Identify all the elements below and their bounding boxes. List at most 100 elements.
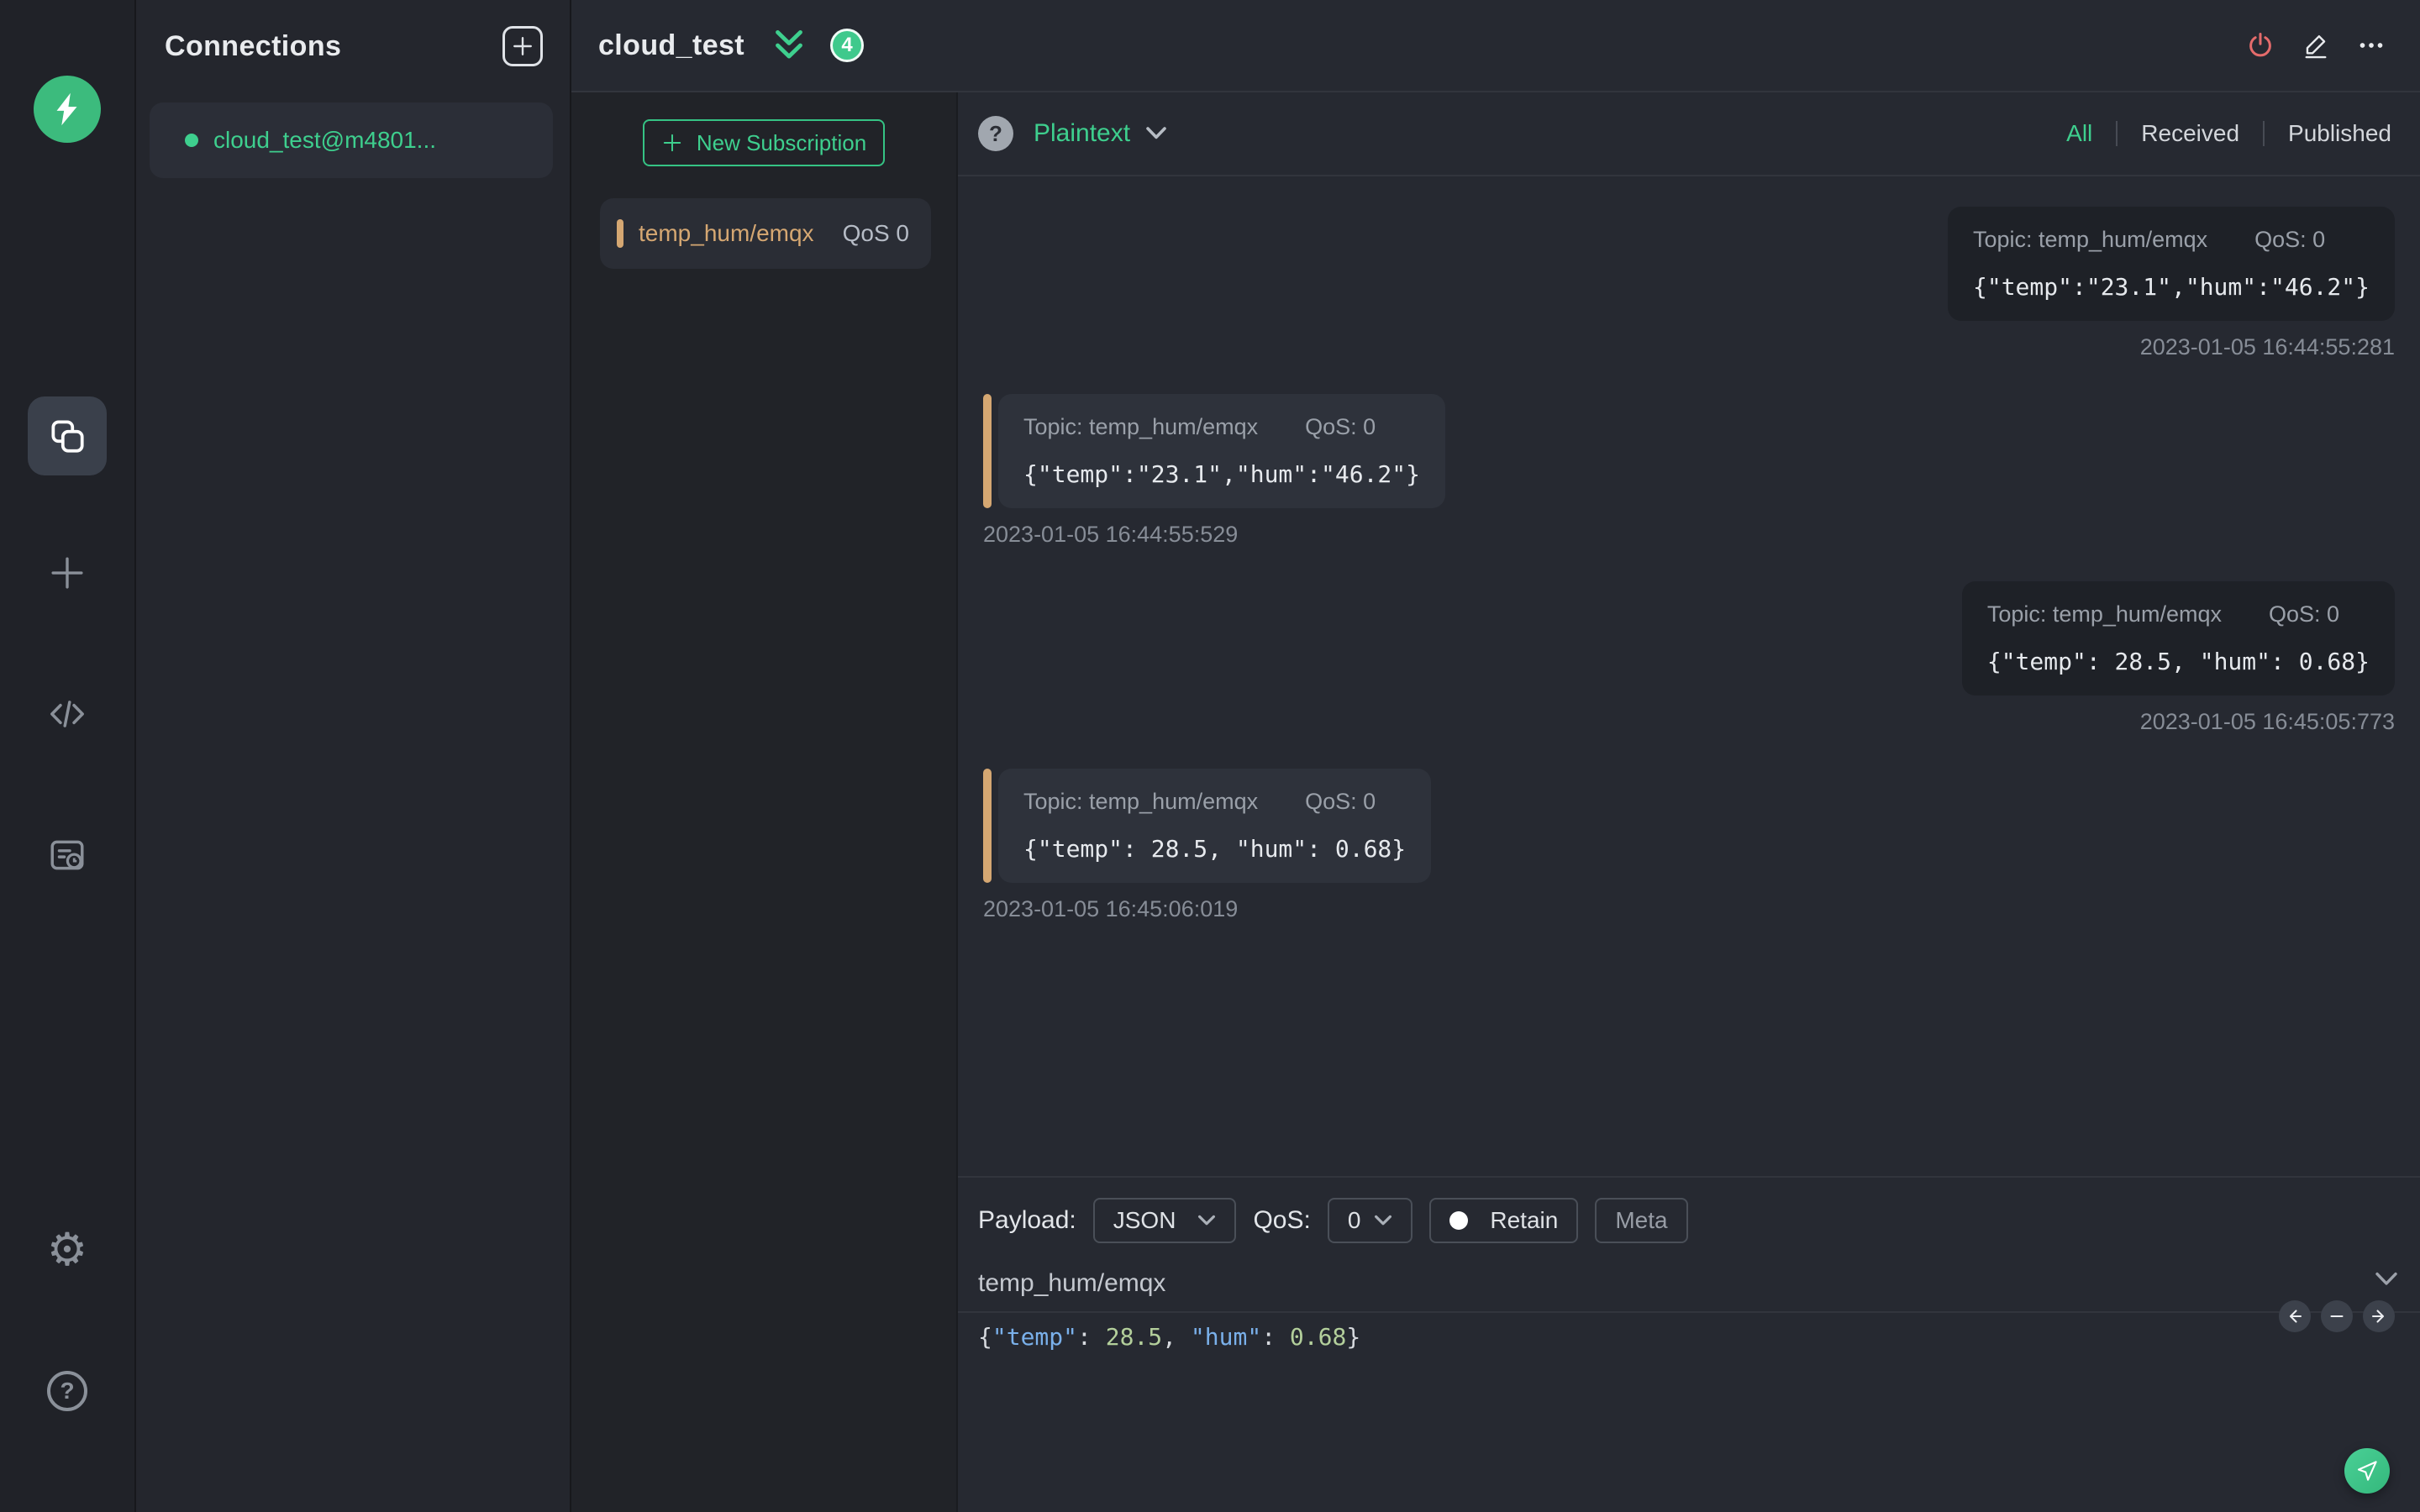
unread-count-badge: 4 xyxy=(830,29,865,62)
sidebar-item-connections[interactable] xyxy=(28,396,107,475)
pencil-icon xyxy=(2305,35,2327,59)
message-bubble: Topic: temp_hum/emqx QoS: 0 {"temp":"23.… xyxy=(998,394,1446,508)
message-payload: {"temp": 28.5, "hum": 0.68} xyxy=(1023,835,1407,863)
qos-dropdown[interactable]: 0 xyxy=(1327,1198,1413,1243)
message-meta: Topic: temp_hum/emqx QoS: 0 xyxy=(1973,227,2370,253)
edit-connection-button[interactable] xyxy=(2301,30,2331,60)
messages-panel: ? Plaintext All Received Published Topic… xyxy=(958,92,2420,1512)
message-accent-bar xyxy=(983,394,992,508)
subscription-color-bar xyxy=(617,219,623,248)
retain-label: Retain xyxy=(1490,1207,1559,1233)
chevron-down-icon xyxy=(1146,127,1166,139)
message-topic: Topic: temp_hum/emqx xyxy=(1972,227,2208,252)
connection-item[interactable]: cloud_test@m4801... xyxy=(150,102,553,178)
filter-published[interactable]: Published xyxy=(2263,121,2391,146)
connection-content: New Subscription temp_hum/emqx QoS 0 ? P… xyxy=(571,92,2420,1512)
message-bubble: Topic: temp_hum/emqx QoS: 0 {"temp":"23.… xyxy=(1947,207,2395,321)
minus-icon xyxy=(2330,1315,2344,1318)
message-bubble: Topic: temp_hum/emqx QoS: 0 {"temp": 28.… xyxy=(998,769,1432,883)
payload-format-select[interactable]: Plaintext xyxy=(1034,119,1167,148)
message-qos: QoS: 0 xyxy=(1305,789,1376,814)
send-button[interactable] xyxy=(2344,1448,2390,1494)
next-message-button[interactable] xyxy=(2363,1300,2395,1332)
message-payload: {"temp": 28.5, "hum": 0.68} xyxy=(1986,648,2370,675)
icon-sidebar: ⚙ ? xyxy=(0,0,136,1512)
connected-status-dot xyxy=(185,134,198,147)
more-options-button[interactable] xyxy=(2356,30,2386,60)
message-topic: Topic: temp_hum/emqx xyxy=(1986,601,2222,627)
connections-icon xyxy=(51,420,84,453)
collapse-panel-button[interactable] xyxy=(768,24,810,66)
chevron-down-icon xyxy=(2375,1272,2397,1285)
gear-icon: ⚙ xyxy=(46,1223,88,1276)
meta-label: Meta xyxy=(1615,1207,1668,1233)
new-subscription-button[interactable]: New Subscription xyxy=(643,119,885,166)
chevron-down-icon xyxy=(1198,1215,1216,1226)
retain-dot-icon xyxy=(1449,1211,1469,1230)
connection-view: cloud_test 4 New Subscription temp_hum/e… xyxy=(571,0,2420,1512)
message-row: Topic: temp_hum/emqx QoS: 0 {"temp": 28.… xyxy=(983,769,1432,883)
message-bubble: Topic: temp_hum/emqx QoS: 0 {"temp": 28.… xyxy=(1961,581,2395,696)
add-connection-button[interactable] xyxy=(502,26,543,66)
message-row: Topic: temp_hum/emqx QoS: 0 {"temp":"23.… xyxy=(983,394,1446,508)
topic-input[interactable]: temp_hum/emqx xyxy=(978,1269,1165,1297)
message-topic: Topic: temp_hum/emqx xyxy=(1023,789,1259,814)
message-qos: QoS: 0 xyxy=(1305,414,1376,439)
payload-label: Payload: xyxy=(978,1206,1076,1234)
payload-format-help-icon[interactable]: ? xyxy=(978,116,1013,151)
sidebar-item-settings[interactable]: ⚙ xyxy=(40,1223,94,1277)
connection-name: cloud_test@m4801... xyxy=(213,127,437,153)
subscription-topic: temp_hum/emqx xyxy=(639,220,814,246)
filter-received[interactable]: Received xyxy=(2116,121,2263,146)
subscription-item[interactable]: temp_hum/emqx QoS 0 xyxy=(600,198,931,269)
message-payload: {"temp":"23.1","hum":"46.2"} xyxy=(1972,273,2370,301)
mqttx-logo xyxy=(34,76,101,143)
clear-message-button[interactable] xyxy=(2321,1300,2353,1332)
sidebar-item-log[interactable] xyxy=(40,828,94,882)
message-row: Topic: temp_hum/emqx QoS: 0 {"temp":"23.… xyxy=(1947,207,2395,321)
plus-icon xyxy=(51,557,83,589)
disconnect-button[interactable] xyxy=(2245,30,2275,60)
message-list: Topic: temp_hum/emqx QoS: 0 {"temp":"23.… xyxy=(958,176,2420,1176)
qos-selected: 0 xyxy=(1347,1207,1361,1233)
collapse-editor-button[interactable] xyxy=(2375,1272,2398,1287)
message-qos: QoS: 0 xyxy=(2254,227,2326,252)
message-filters: All Received Published xyxy=(2043,121,2391,146)
payload-editor[interactable]: {"temp": 28.5, "hum": 0.68} xyxy=(958,1313,2420,1351)
payload-format-value: Plaintext xyxy=(1034,119,1131,147)
payload-format-selected: JSON xyxy=(1113,1207,1176,1233)
new-subscription-label: New Subscription xyxy=(696,129,867,155)
message-item: Topic: temp_hum/emqx QoS: 0 {"temp": 28.… xyxy=(983,769,2395,922)
meta-button[interactable]: Meta xyxy=(1595,1198,1688,1243)
message-timestamp: 2023-01-05 16:45:05:773 xyxy=(2139,709,2395,734)
sidebar-item-script[interactable] xyxy=(40,687,94,741)
message-payload: {"temp":"23.1","hum":"46.2"} xyxy=(1023,460,1421,488)
log-icon xyxy=(50,840,84,870)
message-meta: Topic: temp_hum/emqx QoS: 0 xyxy=(1023,789,1406,815)
lightning-bolt-icon xyxy=(56,92,77,126)
arrow-right-icon xyxy=(2371,1310,2385,1323)
message-item: Topic: temp_hum/emqx QoS: 0 {"temp":"23.… xyxy=(983,207,2395,360)
plus-icon xyxy=(663,134,681,152)
previous-message-button[interactable] xyxy=(2279,1300,2311,1332)
retain-toggle[interactable]: Retain xyxy=(1429,1198,1579,1243)
question-circle-icon: ? xyxy=(47,1371,87,1411)
message-timestamp: 2023-01-05 16:44:55:281 xyxy=(2139,334,2395,360)
filter-all[interactable]: All xyxy=(2043,121,2116,146)
payload-format-dropdown[interactable]: JSON xyxy=(1092,1198,1237,1243)
message-pager xyxy=(2279,1300,2395,1332)
paper-plane-icon xyxy=(2357,1461,2377,1481)
publish-topic-row: temp_hum/emqx xyxy=(958,1258,2420,1313)
plus-icon xyxy=(513,37,532,55)
subscriptions-panel: New Subscription temp_hum/emqx QoS 0 xyxy=(571,92,958,1512)
message-topic: Topic: temp_hum/emqx xyxy=(1023,414,1259,439)
code-icon xyxy=(50,701,84,727)
messages-toolbar: ? Plaintext All Received Published xyxy=(958,92,2420,176)
double-chevron-down-icon xyxy=(776,29,802,59)
sidebar-item-new-connection[interactable] xyxy=(40,546,94,600)
connection-title: cloud_test xyxy=(598,29,745,61)
power-icon xyxy=(2249,33,2271,57)
sidebar-item-help[interactable]: ? xyxy=(40,1364,94,1418)
subscription-qos: QoS 0 xyxy=(842,220,909,246)
message-timestamp: 2023-01-05 16:45:06:019 xyxy=(983,896,1239,921)
